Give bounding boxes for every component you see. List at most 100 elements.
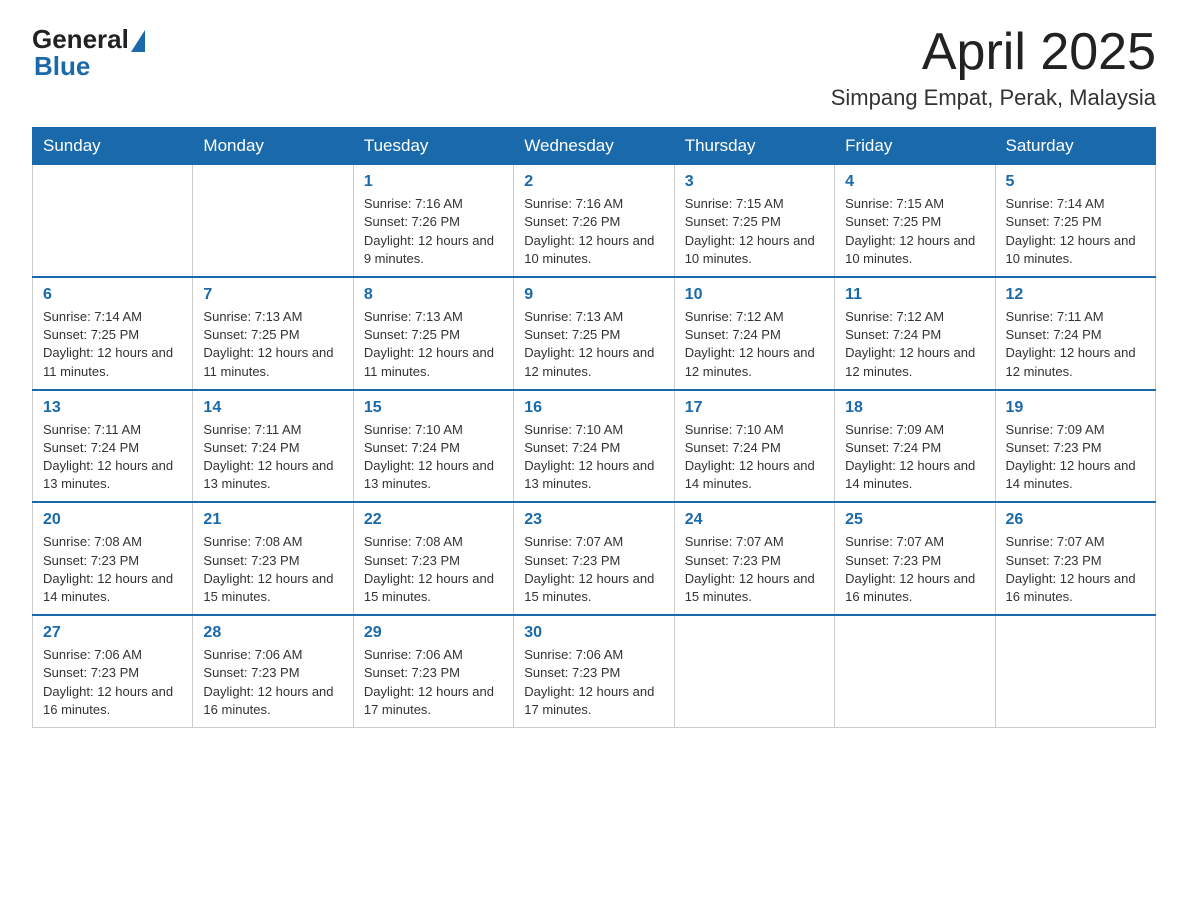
cell-info: Sunrise: 7:15 AMSunset: 7:25 PMDaylight:…: [685, 195, 824, 268]
cell-day-number: 18: [845, 399, 984, 417]
calendar-cell: 2 Sunrise: 7:16 AMSunset: 7:26 PMDaylight…: [514, 165, 674, 277]
page-header: General Blue April 2025 Simpang Empat, P…: [32, 24, 1156, 111]
calendar-cell: 1Sunrise: 7:16 AMSunset: 7:26 PMDaylight…: [353, 165, 513, 277]
header-sunday: Sunday: [33, 128, 193, 165]
cell-day-number: 30: [524, 624, 663, 642]
cell-day-number: 26: [1006, 511, 1145, 529]
cell-info: Sunrise: 7:06 AMSunset: 7:23 PMDaylight:…: [364, 646, 503, 719]
calendar-cell: 15 Sunrise: 7:10 AMSunset: 7:24 PMDayligh…: [353, 390, 513, 503]
cell-day-number: 11: [845, 286, 984, 304]
calendar-cell: 9 Sunrise: 7:13 AMSunset: 7:25 PMDaylight…: [514, 277, 674, 390]
cell-info: Sunrise: 7:09 AMSunset: 7:24 PMDaylight:…: [845, 421, 984, 494]
cell-info: Sunrise: 7:07 AMSunset: 7:23 PMDaylight:…: [845, 533, 984, 606]
cell-info: Sunrise: 7:09 AMSunset: 7:23 PMDaylight:…: [1006, 421, 1145, 494]
cell-info: Sunrise: 7:14 AMSunset: 7:25 PMDaylight:…: [43, 308, 182, 381]
cell-day-number: 13: [43, 399, 182, 417]
calendar-cell: 18 Sunrise: 7:09 AMSunset: 7:24 PMDayligh…: [835, 390, 995, 503]
calendar-cell: 22 Sunrise: 7:08 AMSunset: 7:23 PMDayligh…: [353, 502, 513, 615]
calendar-cell: 11 Sunrise: 7:12 AMSunset: 7:24 PMDayligh…: [835, 277, 995, 390]
calendar-cell: 3 Sunrise: 7:15 AMSunset: 7:25 PMDaylight…: [674, 165, 834, 277]
calendar-cell: 4Sunrise: 7:15 AMSunset: 7:25 PMDaylight…: [835, 165, 995, 277]
header-saturday: Saturday: [995, 128, 1155, 165]
cell-day-number: 21: [203, 511, 342, 529]
header-wednesday: Wednesday: [514, 128, 674, 165]
calendar-cell: 23 Sunrise: 7:07 AMSunset: 7:23 PMDayligh…: [514, 502, 674, 615]
cell-day-number: 15: [364, 399, 503, 417]
calendar-cell: 14 Sunrise: 7:11 AMSunset: 7:24 PMDayligh…: [193, 390, 353, 503]
cell-info: Sunrise: 7:10 AMSunset: 7:24 PMDaylight:…: [524, 421, 663, 494]
logo-blue-text: Blue: [34, 51, 90, 82]
calendar-cell: 16 Sunrise: 7:10 AMSunset: 7:24 PMDayligh…: [514, 390, 674, 503]
cell-info: Sunrise: 7:06 AMSunset: 7:23 PMDaylight:…: [203, 646, 342, 719]
header-monday: Monday: [193, 128, 353, 165]
calendar-week-row: 13 Sunrise: 7:11 AMSunset: 7:24 PMDayligh…: [33, 390, 1156, 503]
cell-day-number: 5: [1006, 173, 1145, 191]
cell-info: Sunrise: 7:13 AMSunset: 7:25 PMDaylight:…: [203, 308, 342, 381]
calendar-cell: 7 Sunrise: 7:13 AMSunset: 7:25 PMDaylight…: [193, 277, 353, 390]
calendar-cell: 19 Sunrise: 7:09 AMSunset: 7:23 PMDayligh…: [995, 390, 1155, 503]
cell-day-number: 4: [845, 173, 984, 191]
cell-info: Sunrise: 7:12 AMSunset: 7:24 PMDaylight:…: [845, 308, 984, 381]
calendar-cell: 17 Sunrise: 7:10 AMSunset: 7:24 PMDayligh…: [674, 390, 834, 503]
cell-day-number: 19: [1006, 399, 1145, 417]
cell-day-number: 10: [685, 286, 824, 304]
cell-day-number: 23: [524, 511, 663, 529]
cell-info: Sunrise: 7:06 AMSunset: 7:23 PMDaylight:…: [524, 646, 663, 719]
calendar-cell: 20 Sunrise: 7:08 AMSunset: 7:23 PMDayligh…: [33, 502, 193, 615]
calendar-cell: [193, 165, 353, 277]
header-friday: Friday: [835, 128, 995, 165]
calendar-week-row: 20 Sunrise: 7:08 AMSunset: 7:23 PMDayligh…: [33, 502, 1156, 615]
cell-info: Sunrise: 7:11 AMSunset: 7:24 PMDaylight:…: [43, 421, 182, 494]
cell-day-number: 28: [203, 624, 342, 642]
cell-info: Sunrise: 7:07 AMSunset: 7:23 PMDaylight:…: [685, 533, 824, 606]
cell-info: Sunrise: 7:11 AMSunset: 7:24 PMDaylight:…: [203, 421, 342, 494]
cell-day-number: 14: [203, 399, 342, 417]
calendar-cell: [674, 615, 834, 727]
calendar-cell: [995, 615, 1155, 727]
cell-info: Sunrise: 7:12 AMSunset: 7:24 PMDaylight:…: [685, 308, 824, 381]
cell-info: Sunrise: 7:08 AMSunset: 7:23 PMDaylight:…: [43, 533, 182, 606]
cell-day-number: 17: [685, 399, 824, 417]
cell-info: Sunrise: 7:08 AMSunset: 7:23 PMDaylight:…: [364, 533, 503, 606]
calendar-cell: 12Sunrise: 7:11 AMSunset: 7:24 PMDayligh…: [995, 277, 1155, 390]
cell-info: Sunrise: 7:16 AMSunset: 7:26 PMDaylight:…: [524, 195, 663, 268]
calendar-cell: [33, 165, 193, 277]
cell-day-number: 22: [364, 511, 503, 529]
cell-info: Sunrise: 7:11 AMSunset: 7:24 PMDaylight:…: [1006, 308, 1145, 381]
cell-info: Sunrise: 7:10 AMSunset: 7:24 PMDaylight:…: [685, 421, 824, 494]
calendar-cell: 6 Sunrise: 7:14 AMSunset: 7:25 PMDaylight…: [33, 277, 193, 390]
calendar-cell: 21 Sunrise: 7:08 AMSunset: 7:23 PMDayligh…: [193, 502, 353, 615]
cell-day-number: 25: [845, 511, 984, 529]
cell-day-number: 27: [43, 624, 182, 642]
cell-info: Sunrise: 7:14 AMSunset: 7:25 PMDaylight:…: [1006, 195, 1145, 268]
calendar-week-row: 1Sunrise: 7:16 AMSunset: 7:26 PMDaylight…: [33, 165, 1156, 277]
calendar-subtitle: Simpang Empat, Perak, Malaysia: [831, 85, 1156, 111]
cell-info: Sunrise: 7:16 AMSunset: 7:26 PMDaylight:…: [364, 195, 503, 268]
header-tuesday: Tuesday: [353, 128, 513, 165]
cell-day-number: 16: [524, 399, 663, 417]
calendar-cell: 27 Sunrise: 7:06 AMSunset: 7:23 PMDayligh…: [33, 615, 193, 727]
cell-day-number: 2: [524, 173, 663, 191]
calendar-cell: 10 Sunrise: 7:12 AMSunset: 7:24 PMDayligh…: [674, 277, 834, 390]
cell-info: Sunrise: 7:06 AMSunset: 7:23 PMDaylight:…: [43, 646, 182, 719]
cell-info: Sunrise: 7:13 AMSunset: 7:25 PMDaylight:…: [524, 308, 663, 381]
cell-info: Sunrise: 7:08 AMSunset: 7:23 PMDaylight:…: [203, 533, 342, 606]
cell-day-number: 3: [685, 173, 824, 191]
calendar-cell: 29 Sunrise: 7:06 AMSunset: 7:23 PMDayligh…: [353, 615, 513, 727]
cell-day-number: 9: [524, 286, 663, 304]
cell-day-number: 7: [203, 286, 342, 304]
header-thursday: Thursday: [674, 128, 834, 165]
cell-info: Sunrise: 7:07 AMSunset: 7:23 PMDaylight:…: [524, 533, 663, 606]
cell-day-number: 29: [364, 624, 503, 642]
cell-info: Sunrise: 7:10 AMSunset: 7:24 PMDaylight:…: [364, 421, 503, 494]
cell-day-number: 6: [43, 286, 182, 304]
cell-info: Sunrise: 7:13 AMSunset: 7:25 PMDaylight:…: [364, 308, 503, 381]
cell-info: Sunrise: 7:07 AMSunset: 7:23 PMDaylight:…: [1006, 533, 1145, 606]
calendar-cell: 26 Sunrise: 7:07 AMSunset: 7:23 PMDayligh…: [995, 502, 1155, 615]
calendar-title: April 2025: [831, 24, 1156, 81]
cell-day-number: 20: [43, 511, 182, 529]
calendar-cell: 24 Sunrise: 7:07 AMSunset: 7:23 PMDayligh…: [674, 502, 834, 615]
calendar-cell: 30 Sunrise: 7:06 AMSunset: 7:23 PMDayligh…: [514, 615, 674, 727]
cell-day-number: 24: [685, 511, 824, 529]
calendar-table: SundayMondayTuesdayWednesdayThursdayFrid…: [32, 127, 1156, 728]
